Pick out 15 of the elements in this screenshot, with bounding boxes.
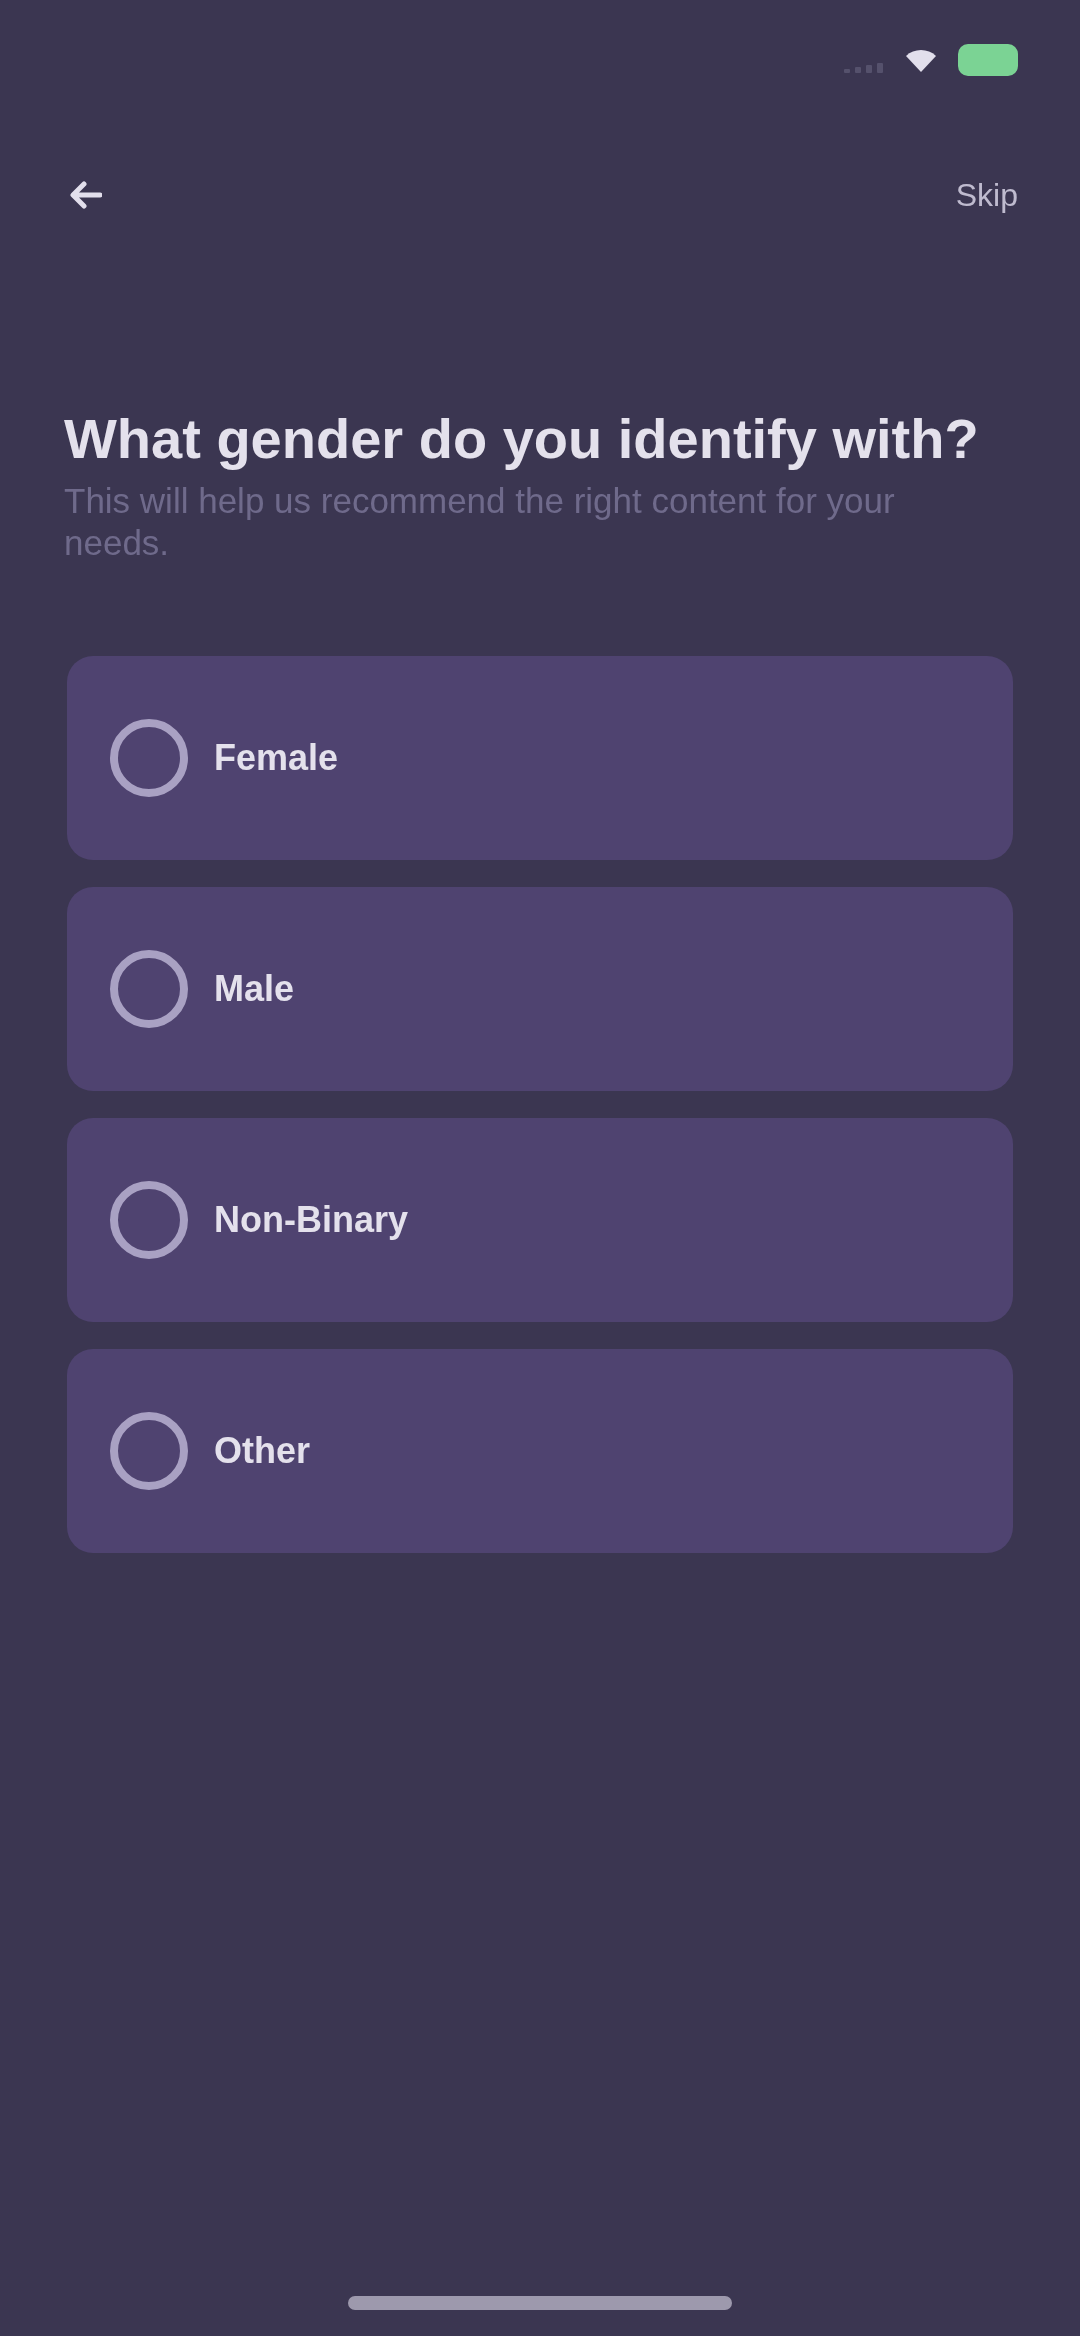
option-label: Non-Binary [214,1199,408,1242]
signal-icon [844,61,884,73]
option-card[interactable]: Other [67,1349,1013,1554]
option-card[interactable]: Non-Binary [67,1118,1013,1323]
option-card[interactable]: Male [67,887,1013,1092]
option-label: Female [214,737,339,780]
question-subtitle: This will help us recommend the right content for your needs. [64,480,896,565]
skip-button[interactable]: Skip [955,176,1018,214]
back-arrow-icon [70,181,102,209]
option-card[interactable]: Female [67,656,1013,861]
option-label: Other [214,1430,310,1473]
wifi-icon [906,48,936,72]
option-label: Male [214,968,295,1011]
battery-icon [958,44,1018,76]
question-title: What gender do you identify with? [64,406,980,472]
